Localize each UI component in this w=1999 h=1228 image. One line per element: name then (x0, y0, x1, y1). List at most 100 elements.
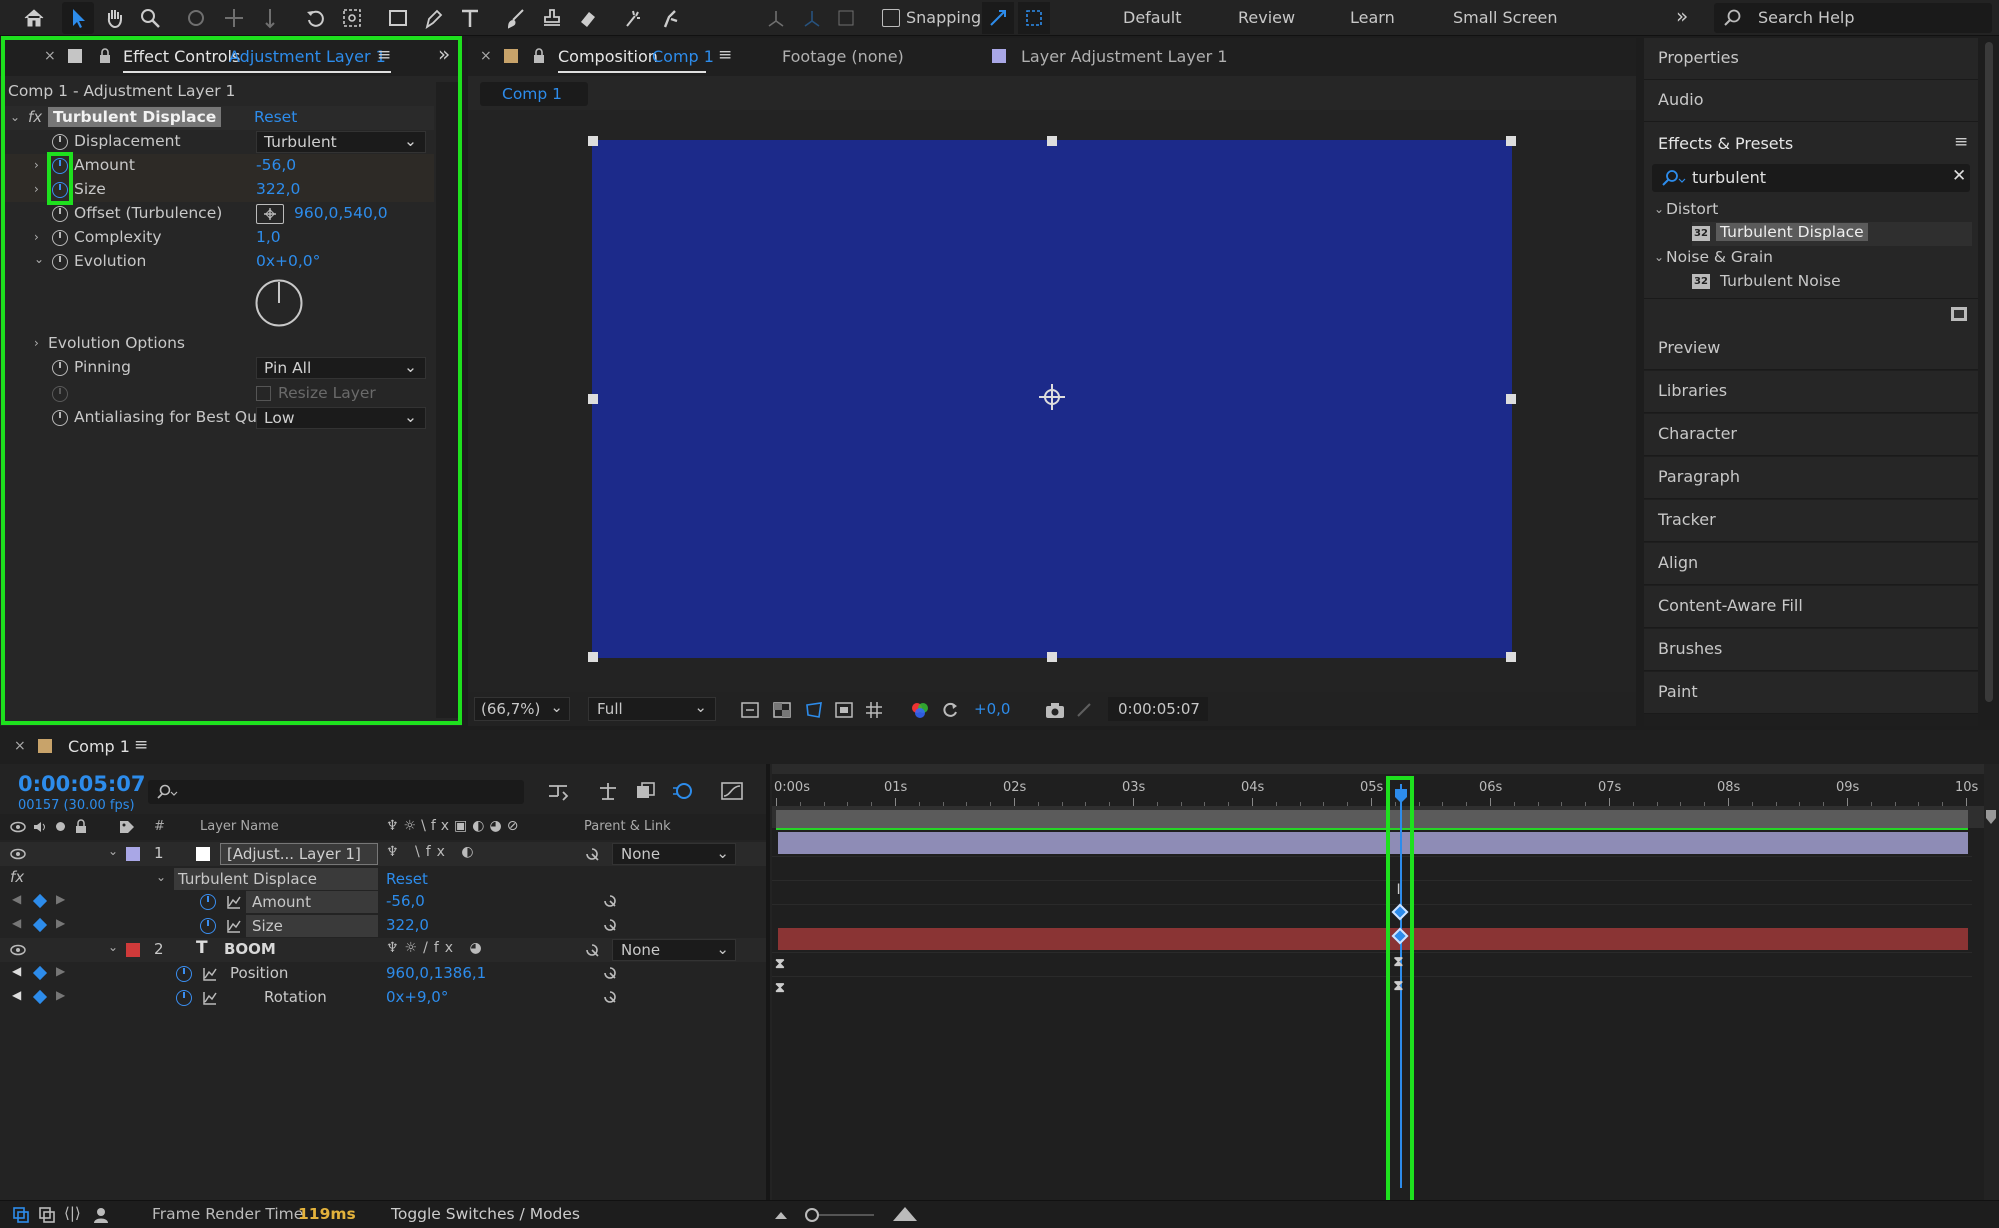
workspaces-overflow-icon[interactable]: » (1676, 4, 1688, 28)
show-snapshot-icon[interactable] (1074, 700, 1094, 720)
playhead-handle[interactable] (1394, 788, 1408, 804)
motion-blur-icon[interactable] (670, 780, 694, 802)
expression-pick-whip-icon[interactable] (602, 917, 618, 933)
size-stopwatch-icon[interactable] (52, 182, 68, 198)
snap-option-icon[interactable] (982, 2, 1014, 34)
reset-exposure-icon[interactable] (940, 700, 960, 720)
workspace-small-screen[interactable]: Small Screen (1453, 8, 1558, 27)
timeline-amount-value[interactable]: -56,0 (386, 892, 425, 910)
size-value[interactable]: 322,0 (256, 180, 300, 204)
effect-controls-tab-title[interactable]: Effect Controls (123, 47, 240, 66)
roto-brush-tool-icon[interactable] (618, 2, 650, 34)
next-keyframe-icon[interactable]: ▶ (56, 964, 65, 978)
axis-local-icon[interactable] (760, 2, 792, 34)
layer-handle-top-left[interactable] (588, 136, 598, 146)
noise-grain-chevron-icon[interactable]: ⌄ (1654, 250, 1664, 264)
timeline-position-label[interactable]: Position (230, 964, 288, 982)
rotation-tool-icon[interactable] (300, 2, 332, 34)
panel-tracker[interactable]: Tracker (1644, 500, 1978, 542)
evolution-stopwatch-icon[interactable] (52, 254, 68, 270)
displacement-dropdown[interactable]: Turbulent ⌄ (256, 131, 426, 153)
clone-stamp-tool-icon[interactable] (536, 2, 568, 34)
amount-stopwatch-icon[interactable] (200, 894, 216, 910)
zoom-in-icon[interactable] (892, 1205, 918, 1223)
hand-tool-icon[interactable] (98, 2, 130, 34)
region-of-interest-icon[interactable] (834, 700, 854, 720)
timeline-effect-reset[interactable]: Reset (386, 870, 428, 888)
layer-1-label-color[interactable] (126, 847, 140, 861)
effect-collapse-chevron-icon[interactable]: ⌄ (156, 870, 166, 884)
video-column-icon[interactable] (10, 821, 26, 833)
evolution-options-label[interactable]: Evolution Options (48, 334, 185, 358)
snapping-checkbox[interactable] (882, 9, 900, 27)
exposure-value[interactable]: +0,0 (974, 700, 1010, 718)
graph-icon[interactable] (202, 990, 218, 1006)
layer-1-parent-dropdown[interactable]: None ⌄ (612, 843, 736, 865)
rectangle-tool-icon[interactable] (382, 2, 414, 34)
close-tab-icon[interactable]: × (44, 48, 56, 64)
modes-toggle-icon[interactable]: ⟨|⟩ (64, 1204, 81, 1222)
evolution-angle-dial[interactable] (254, 278, 304, 328)
layer-1-name[interactable]: [Adjust... Layer 1] (220, 843, 378, 865)
rotation-stopwatch-icon[interactable] (176, 990, 192, 1006)
solo-column-icon[interactable] (56, 822, 65, 831)
prev-keyframe-icon[interactable]: ◀ (12, 964, 21, 978)
layer-handle-bottom-right[interactable] (1506, 652, 1516, 662)
group-distort[interactable]: Distort (1666, 200, 1718, 218)
prev-keyframe-icon[interactable]: ◀ (12, 892, 21, 906)
timeline-effect-name[interactable]: Turbulent Displace (174, 868, 378, 890)
complexity-stopwatch-icon[interactable] (52, 230, 68, 246)
layer-handle-middle-left[interactable] (588, 394, 598, 404)
timeline-tab-title[interactable]: Comp 1 (68, 737, 130, 756)
antialiasing-stopwatch-icon[interactable] (52, 410, 68, 426)
layer-handle-top-center[interactable] (1047, 136, 1057, 146)
clear-search-icon[interactable]: ✕ (1952, 166, 1966, 186)
effect-controls-tab-layer[interactable]: Adjustment Layer 1 (229, 47, 386, 66)
mask-visibility-icon[interactable] (804, 700, 824, 720)
panel-align[interactable]: Align (1644, 543, 1978, 585)
puppet-tool-icon[interactable] (654, 2, 686, 34)
pen-tool-icon[interactable] (418, 2, 450, 34)
panel-character[interactable]: Character (1644, 414, 1978, 456)
timeline-current-time[interactable]: 0:00:05:07 (18, 772, 145, 796)
layer-2-collapse-chevron-icon[interactable]: ⌄ (108, 940, 118, 954)
panel-menu-icon[interactable]: ≡ (377, 45, 391, 65)
resolution-dropdown[interactable]: Full ⌄ (588, 697, 716, 721)
evolution-collapse-chevron-icon[interactable]: ⌄ (34, 252, 44, 266)
time-ruler[interactable]: 0:00s 01s 02s 03s 04s 05s 06s 07s 08s 09s 10s (772, 780, 1978, 806)
footage-tab[interactable]: Footage (none) (782, 47, 904, 66)
transfer-controls-icon[interactable] (38, 1206, 56, 1224)
time-graph-scrollbar[interactable] (1984, 764, 1999, 1200)
evolution-options-chevron-icon[interactable]: › (34, 336, 39, 350)
axis-world-icon[interactable] (796, 2, 828, 34)
orbit-camera-icon[interactable] (180, 2, 212, 34)
position-keyframe-start[interactable]: ⧗ (775, 956, 785, 972)
layer-1-collapse-chevron-icon[interactable]: ⌄ (108, 844, 118, 858)
axis-view-icon[interactable] (830, 2, 862, 34)
time-graph[interactable]: 0:00s 01s 02s 03s 04s 05s 06s 07s 08s 09s 10s ⧗ ⧗ … (772, 764, 1999, 1200)
rotation-keyframe-current[interactable]: ⧗ (1394, 978, 1404, 994)
effect-controls-scrollbar[interactable] (436, 82, 458, 718)
label-column-icon[interactable] (118, 819, 136, 835)
panel-menu-icon[interactable]: ≡ (134, 735, 148, 755)
timeline-rotation-value[interactable]: 0x+9,0° (386, 988, 448, 1006)
viewer-timecode[interactable]: 0:00:05:07 (1108, 697, 1208, 721)
panel-menu-icon[interactable]: ≡ (1954, 132, 1968, 152)
layer-2-parent-dropdown[interactable]: None ⌄ (612, 939, 736, 961)
zoom-out-icon[interactable] (774, 1209, 788, 1221)
parent-link-column-header[interactable]: Parent & Link (584, 819, 671, 834)
zoom-tool-icon[interactable] (134, 2, 166, 34)
effects-search-field[interactable]: turbulent ✕ (1652, 164, 1970, 192)
panel-properties[interactable]: Properties (1644, 38, 1978, 80)
layer-tab[interactable]: Layer Adjustment Layer 1 (1021, 47, 1228, 66)
pan-camera-icon[interactable] (218, 2, 250, 34)
fx-icon[interactable]: fx (28, 108, 42, 126)
pinning-stopwatch-icon[interactable] (52, 360, 68, 376)
audio-column-icon[interactable] (32, 820, 48, 834)
layer-2-name[interactable]: BOOM (224, 940, 276, 958)
close-tab-icon[interactable]: × (14, 738, 26, 754)
composition-tab-comp[interactable]: Comp 1 (652, 47, 714, 66)
position-stopwatch-icon[interactable] (176, 966, 192, 982)
panel-brushes[interactable]: Brushes (1644, 629, 1978, 671)
eraser-tool-icon[interactable] (572, 2, 604, 34)
